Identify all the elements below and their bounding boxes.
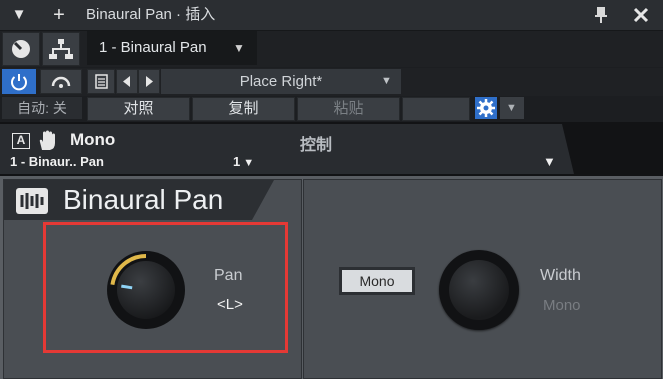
channel-number-select[interactable]: 1 ▼	[233, 154, 254, 170]
document-icon	[95, 74, 108, 89]
presonus-logo-icon	[16, 188, 48, 214]
preset-name: Place Right*	[239, 73, 323, 90]
routing-button[interactable]	[42, 32, 80, 66]
auto-a-icon[interactable]: A	[12, 133, 30, 149]
mono-button-label: Mono	[342, 270, 412, 292]
pin-icon[interactable]	[594, 6, 608, 24]
preset-list-button[interactable]	[87, 69, 115, 94]
arrow-left-icon	[123, 76, 130, 87]
mono-button[interactable]: Mono	[339, 267, 415, 295]
speed-button[interactable]	[40, 69, 82, 94]
plugin-name: Binaural Pan	[63, 184, 224, 215]
arrow-right-icon	[146, 76, 153, 87]
chevron-down-icon: ▼	[381, 75, 392, 87]
bypass-knob-button[interactable]	[2, 32, 40, 66]
preset-slot-select[interactable]: 1 - Binaural Pan ▼	[87, 31, 257, 65]
knob-icon	[12, 40, 30, 58]
add-plus-icon[interactable]: +	[48, 0, 70, 30]
chevron-down-icon: ▼	[506, 102, 517, 114]
preset-name-select[interactable]: Place Right* ▼	[161, 69, 401, 94]
chevron-down-icon: ▼	[240, 157, 255, 169]
width-label: Width	[540, 267, 581, 284]
routing-icon	[49, 39, 73, 59]
chevron-down-icon: ▼	[233, 41, 245, 55]
settings-dropdown[interactable]: ▼	[500, 97, 524, 119]
power-icon	[11, 74, 27, 91]
window-title: Binaural Pan · 插入	[86, 6, 216, 23]
width-value: Mono	[543, 297, 581, 314]
title-bar: ▼ + Binaural Pan · 插入	[0, 0, 663, 31]
width-knob[interactable]	[439, 250, 519, 330]
copy-button[interactable]: 复制	[192, 97, 295, 121]
width-knob-cap	[449, 260, 509, 320]
compare-button[interactable]: 对照	[87, 97, 190, 121]
power-button[interactable]	[2, 69, 36, 94]
hand-icon[interactable]	[36, 130, 58, 152]
gear-icon	[477, 99, 495, 117]
menu-triangle-icon[interactable]: ▼	[8, 0, 30, 30]
gauge-icon	[51, 76, 71, 88]
settings-button[interactable]	[475, 97, 497, 119]
channel-mode-label: Mono	[70, 130, 116, 149]
previous-preset-button[interactable]	[116, 69, 138, 94]
automation-toggle[interactable]: 自动: 关	[2, 97, 82, 119]
next-preset-button[interactable]	[138, 69, 160, 94]
control-label: 控制	[300, 137, 333, 154]
control-chevron-down-icon[interactable]: ▼	[543, 154, 556, 169]
preset-slot-label: 1 - Binaural Pan	[99, 39, 207, 56]
channel-name: 1 - Binaur.. Pan	[10, 154, 104, 169]
close-icon[interactable]	[632, 6, 650, 24]
highlight-box	[43, 222, 288, 353]
paste-button[interactable]: 粘贴	[297, 97, 400, 121]
filler-button	[402, 97, 470, 121]
